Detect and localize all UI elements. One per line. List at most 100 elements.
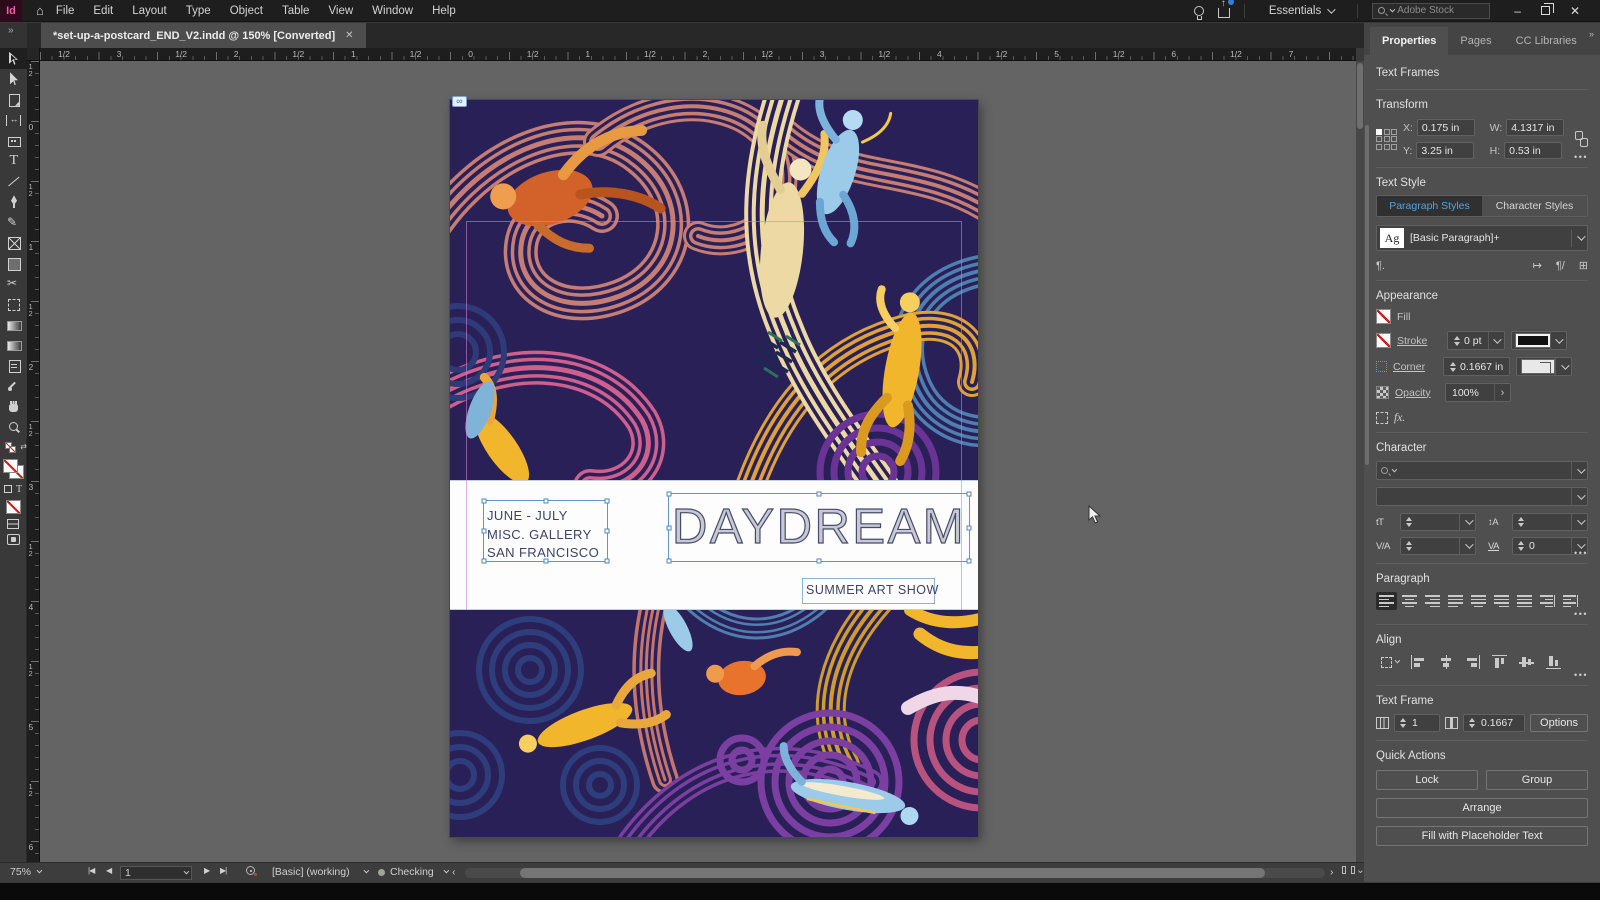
document-page[interactable]: JUNE - JULY MISC. GALLERY SAN FRANCISCO …: [450, 96, 978, 837]
stroke-style-group[interactable]: [1510, 331, 1567, 350]
effects-icon[interactable]: fx.: [1394, 412, 1405, 424]
fill-swatch[interactable]: [2, 458, 18, 473]
horizontal-scrollbar-thumb[interactable]: [520, 868, 1265, 878]
ruler-horizontal[interactable]: 1/2 3 1/2 2 1/2 1 1/2 0 1/2 1 1/2 2 1/2 3 1/2 4 1/2 5 1/2 6…: [40, 48, 1356, 61]
paragraph-justify-right-button[interactable]: [1491, 592, 1512, 610]
selection-handle[interactable]: [481, 558, 487, 564]
selection-handle[interactable]: [816, 491, 822, 497]
hand-tool[interactable]: [0, 396, 27, 417]
leading-group[interactable]: [1512, 513, 1588, 531]
align-to-selector[interactable]: [1376, 653, 1402, 671]
tracking-value[interactable]: 0: [1526, 540, 1571, 552]
content-collector-tool[interactable]: [0, 130, 27, 151]
preview-mode-icon[interactable]: [6, 533, 20, 545]
stroke-weight-group[interactable]: 0 pt: [1447, 331, 1505, 350]
gradient-feather-tool[interactable]: [0, 335, 27, 356]
opacity-expand-icon[interactable]: ›: [1494, 383, 1510, 402]
zoom-level-dropdown[interactable]: 75%: [10, 866, 43, 878]
rectangle-frame-tool[interactable]: [0, 232, 27, 253]
swap-fill-stroke-icon[interactable]: ⇄: [5, 441, 27, 454]
minimize-button[interactable]: –: [1514, 0, 1521, 22]
align-h-centers-button[interactable]: [1435, 653, 1456, 671]
selection-handle[interactable]: [666, 491, 672, 497]
new-style-icon[interactable]: ⊞: [1579, 259, 1588, 272]
pilcrow-icon[interactable]: ¶.: [1376, 260, 1385, 272]
corner-radius-group[interactable]: 0.1667 in: [1443, 357, 1511, 376]
indesign-logo[interactable]: Id: [0, 0, 22, 22]
font-family-dropdown[interactable]: [1376, 461, 1588, 480]
previous-page-button[interactable]: ◀: [106, 866, 112, 875]
gutter-value[interactable]: 0.1667: [1477, 717, 1519, 729]
selection-handle[interactable]: [666, 525, 672, 530]
first-page-button[interactable]: |◀: [88, 866, 95, 875]
panel-overflow-icon[interactable]: »: [0, 23, 27, 48]
font-style-dropdown[interactable]: [1376, 487, 1588, 506]
panel-menu-icon[interactable]: »: [1589, 29, 1594, 39]
selection-handle[interactable]: [666, 558, 672, 564]
paragraph-justify-left-button[interactable]: [1445, 592, 1466, 610]
rectangle-tool[interactable]: [0, 253, 27, 274]
eyedropper-tool[interactable]: [0, 376, 27, 397]
share-icon[interactable]: [1217, 0, 1234, 18]
paragraph-away-spine-button[interactable]: [1560, 592, 1581, 610]
paragraph-style-dropdown[interactable]: Ag [Basic Paragraph]+: [1376, 225, 1588, 251]
y-field[interactable]: 3.25 in: [1416, 142, 1475, 159]
scroll-right-arrow[interactable]: ›: [1330, 866, 1334, 878]
free-transform-tool[interactable]: [0, 294, 27, 315]
paragraph-align-right-button[interactable]: [1422, 592, 1443, 610]
note-tool[interactable]: [0, 355, 27, 376]
stroke-label[interactable]: Stroke: [1397, 335, 1441, 347]
ruler-vertical[interactable]: 12 0 12 1 12 2 12 3 12 4 12 5 12 6: [27, 61, 40, 862]
paragraph-justify-all-button[interactable]: [1514, 592, 1535, 610]
transform-more-options[interactable]: •••: [1574, 152, 1588, 162]
align-top-edges-button[interactable]: [1489, 653, 1510, 671]
home-icon[interactable]: ⌂: [36, 3, 44, 18]
selection-tool[interactable]: [0, 48, 27, 69]
redefine-style-icon[interactable]: ↦: [1533, 259, 1542, 272]
lock-button[interactable]: Lock: [1376, 770, 1478, 790]
next-page-button[interactable]: ▶: [204, 866, 210, 875]
align-left-edges-button[interactable]: [1408, 653, 1429, 671]
font-size-group[interactable]: [1400, 513, 1476, 531]
selection-handle[interactable]: [481, 498, 487, 504]
fill-color-swatch[interactable]: [1376, 309, 1391, 324]
group-button[interactable]: Group: [1486, 770, 1588, 790]
character-more-options[interactable]: •••: [1574, 548, 1588, 558]
panel-scrollbar-thumb[interactable]: [1365, 125, 1369, 465]
scroll-left-arrow[interactable]: ‹: [452, 866, 456, 878]
zoom-tool[interactable]: [0, 417, 27, 438]
formatting-affects-container-icon[interactable]: [3, 485, 12, 493]
corner-radius-value[interactable]: 0.1667 in: [1458, 361, 1509, 373]
columns-group[interactable]: 1: [1394, 714, 1440, 732]
constrain-proportions-icon[interactable]: [1575, 131, 1588, 147]
line-tool[interactable]: [0, 171, 27, 192]
x-field[interactable]: 0.175 in: [1416, 119, 1475, 136]
selection-handle[interactable]: [481, 528, 487, 534]
menu-type[interactable]: Type: [186, 5, 211, 17]
stroke-weight-stepper[interactable]: [1452, 335, 1462, 346]
tab-pages[interactable]: Pages: [1448, 27, 1503, 55]
selection-handle[interactable]: [966, 558, 972, 564]
gap-tool[interactable]: [0, 109, 27, 130]
page-tool[interactable]: [0, 89, 27, 110]
menu-edit[interactable]: Edit: [93, 5, 113, 17]
gradient-swatch-tool[interactable]: [0, 314, 27, 335]
last-page-button[interactable]: ▶|: [220, 866, 227, 875]
gutter-group[interactable]: 0.1667: [1463, 714, 1525, 732]
scissors-tool[interactable]: [0, 273, 27, 294]
spread-view-icon[interactable]: [1342, 866, 1355, 874]
selection-handle[interactable]: [966, 491, 972, 497]
columns-value[interactable]: 1: [1408, 717, 1424, 729]
paragraph-align-left-button[interactable]: [1376, 592, 1397, 610]
clear-override-icon[interactable]: ¶/: [1556, 260, 1565, 272]
menu-window[interactable]: Window: [372, 5, 413, 17]
search-input[interactable]: [1397, 5, 1485, 16]
document-tab[interactable]: *set-up-a-postcard_END_V2.indd @ 150% [C…: [41, 23, 366, 48]
h-field[interactable]: 0.53 in: [1504, 142, 1563, 159]
paragraph-toward-spine-button[interactable]: [1537, 592, 1558, 610]
restore-button[interactable]: [1540, 3, 1554, 15]
selection-handle[interactable]: [604, 528, 610, 534]
screen-mode-icon[interactable]: [7, 518, 19, 529]
tab-paragraph-styles[interactable]: Paragraph Styles: [1377, 196, 1482, 216]
preflight-status-indicator[interactable]: Checking: [378, 866, 450, 878]
